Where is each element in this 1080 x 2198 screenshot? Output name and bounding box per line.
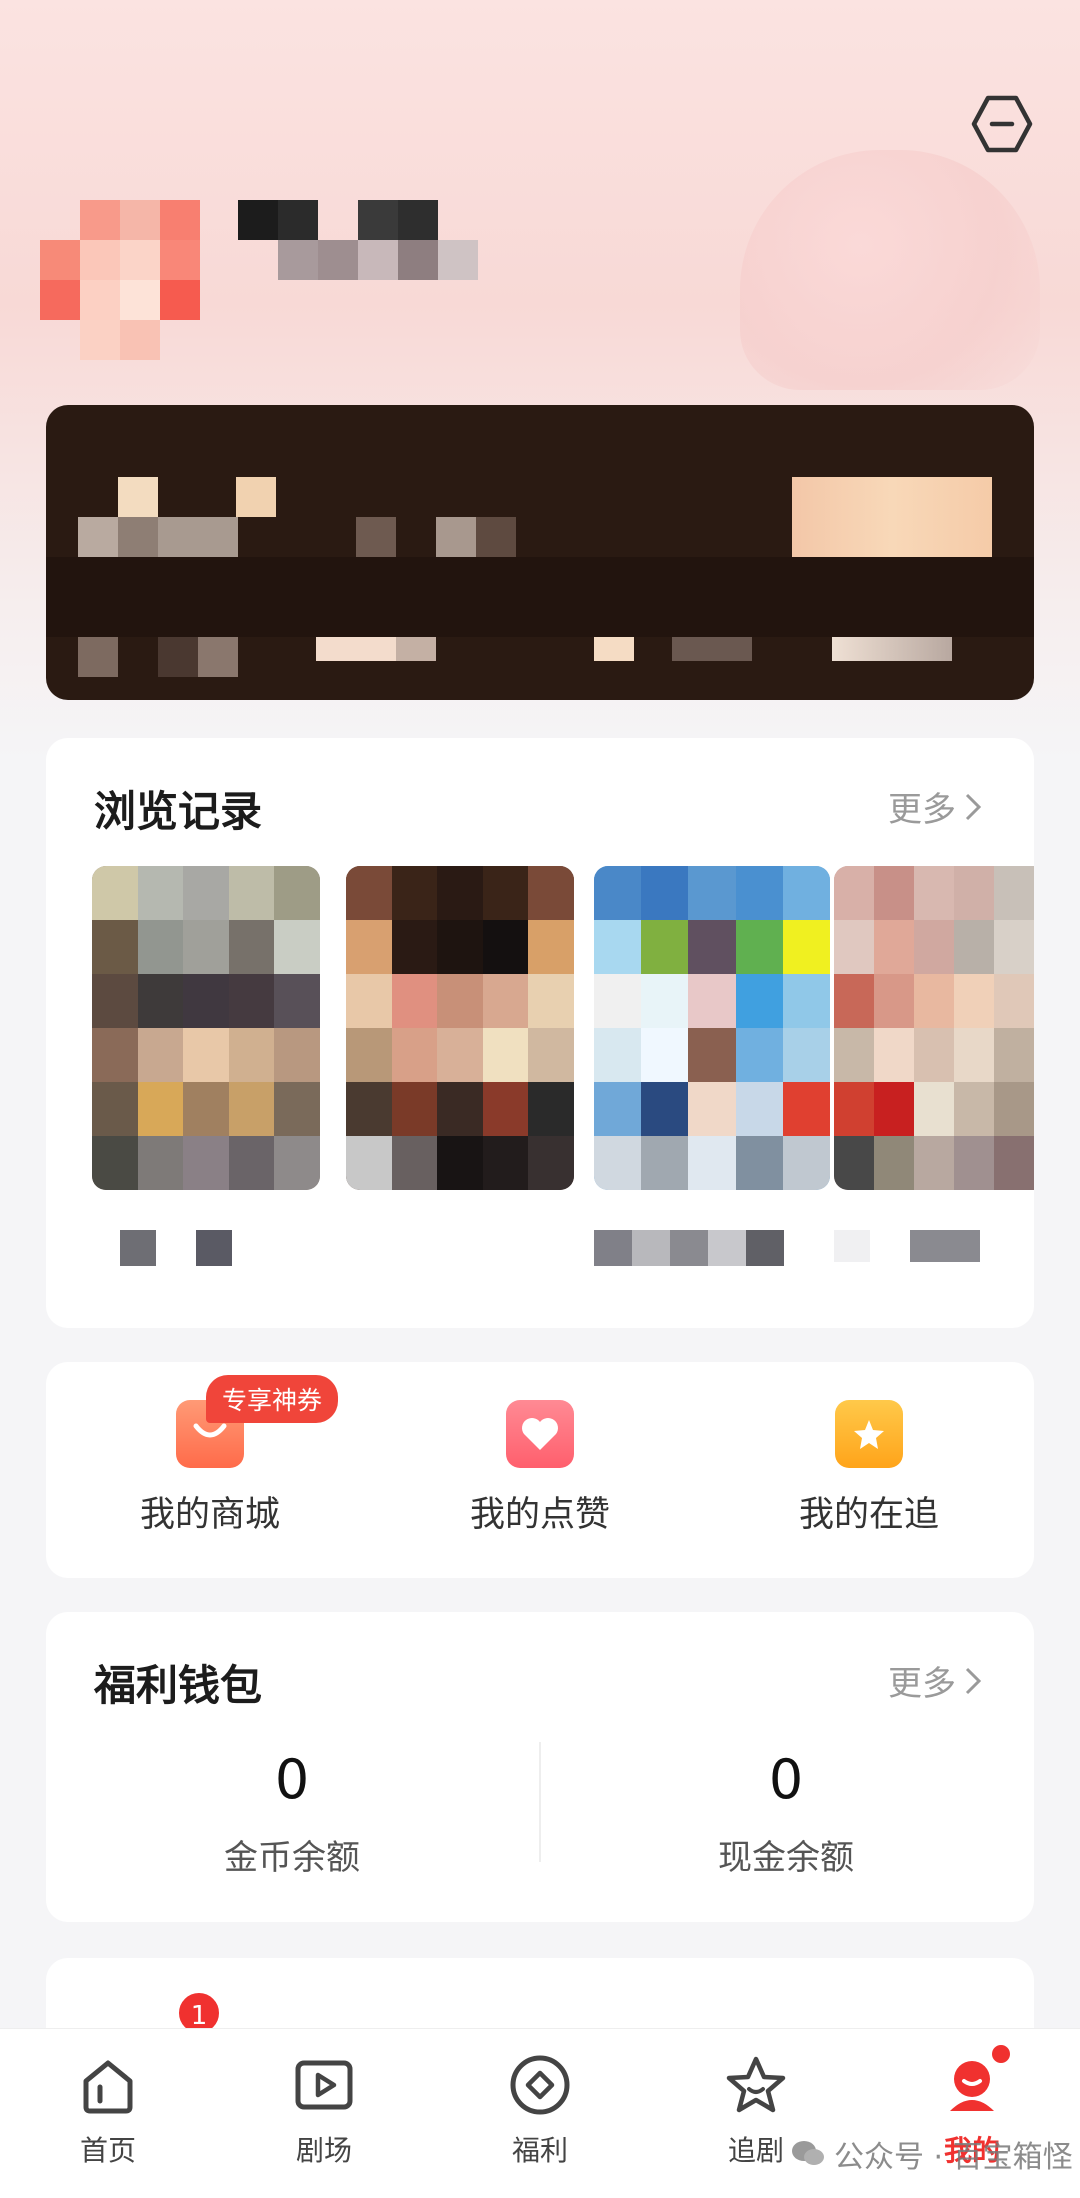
heart-icon: [506, 1400, 574, 1468]
watermark: 公众号 · 百宝箱怪: [790, 2132, 1073, 2176]
header-decoration: [740, 150, 1040, 390]
wallet-title: 福利钱包: [94, 1661, 263, 1710]
hexagon-minus-icon: [971, 95, 1033, 153]
star-face-icon: [726, 2056, 786, 2113]
home-icon: [83, 2060, 133, 2114]
more-label: 更多: [888, 790, 956, 830]
more-label: 更多: [888, 1664, 956, 1704]
wallet-more-link[interactable]: 更多: [888, 1656, 984, 1705]
history-item[interactable]: [346, 866, 574, 1190]
history-item-title-redacted: [594, 1230, 784, 1266]
vip-membership-card[interactable]: [46, 405, 1034, 700]
tab-label: 剧场: [295, 2134, 352, 2167]
chevron-right-icon: [965, 793, 982, 820]
tab-theater[interactable]: 剧场: [254, 2053, 394, 2169]
shortcut-label: 我的在追: [798, 1495, 939, 1535]
coin-balance-label: 金币余额: [224, 1838, 360, 1878]
history-more-link[interactable]: 更多: [888, 782, 984, 831]
wallet-divider: [539, 1742, 541, 1862]
play-icon: [295, 2060, 353, 2110]
promo-badge: 专享神券: [206, 1375, 339, 1423]
tab-welfare[interactable]: 福利: [470, 2053, 610, 2169]
cash-balance-label: 现金余额: [718, 1838, 854, 1878]
history-title: 浏览记录: [94, 787, 263, 836]
wechat-icon: [792, 2141, 824, 2165]
shortcut-my-following[interactable]: 我的在追: [749, 1400, 989, 1537]
star-folder-icon: [835, 1400, 903, 1468]
shortcut-label: 我的点赞: [469, 1495, 610, 1535]
tab-label: 首页: [79, 2134, 136, 2167]
tab-label: 福利: [511, 2134, 568, 2167]
tab-dot-badge: [990, 2043, 1012, 2065]
history-item[interactable]: [834, 866, 1034, 1190]
coin-balance-value[interactable]: 0: [142, 1748, 442, 1811]
shortcut-label: 我的商城: [139, 1495, 280, 1535]
avatar[interactable]: [40, 200, 200, 360]
chevron-right-icon: [965, 1667, 982, 1694]
cash-balance-value[interactable]: 0: [636, 1748, 936, 1811]
username-redacted: [238, 200, 478, 280]
shortcut-my-likes[interactable]: 我的点赞: [420, 1400, 660, 1537]
history-item-title-redacted: [120, 1230, 232, 1266]
watermark-text: 公众号 · 百宝箱怪: [834, 2140, 1073, 2175]
settings-button[interactable]: [970, 92, 1034, 156]
history-item[interactable]: [92, 866, 320, 1190]
tab-home[interactable]: 首页: [38, 2053, 178, 2169]
history-item[interactable]: [594, 866, 830, 1190]
history-item-title-redacted: [834, 1230, 980, 1262]
diamond-coin-icon: [510, 2055, 570, 2115]
